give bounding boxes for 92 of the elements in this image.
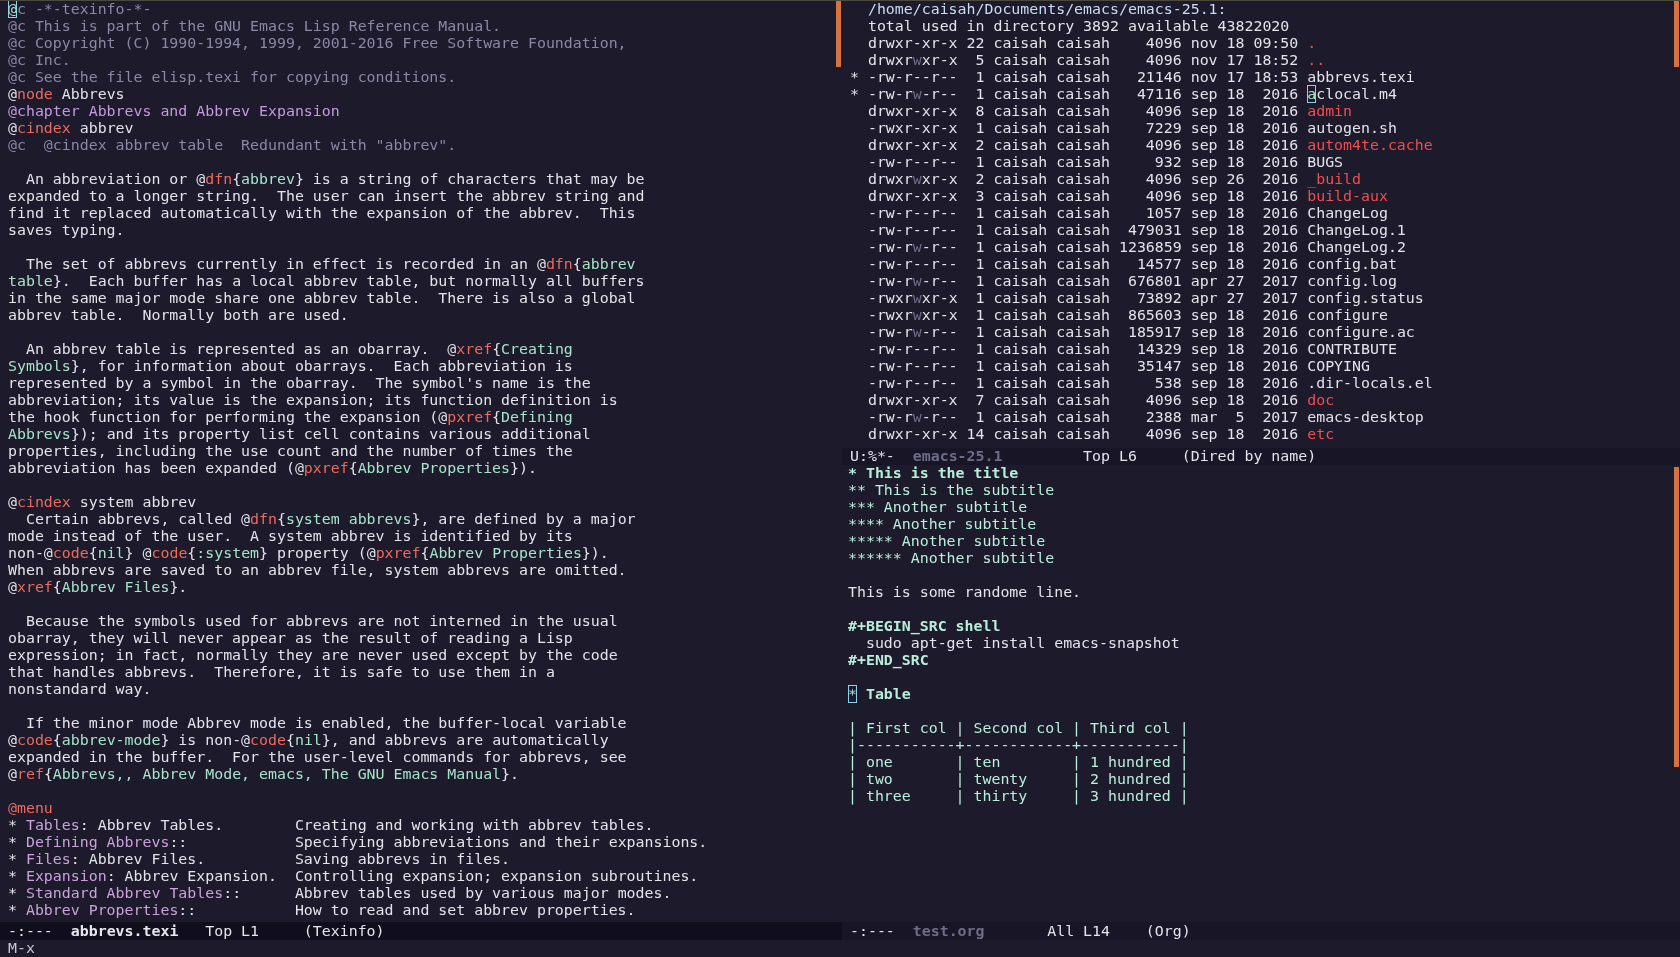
code-line: An abbreviation or @dfn{abbrev} is a string of characters that may be [24, 169, 645, 188]
org-line: | two | twenty | 2 hundred | [848, 771, 1189, 788]
code-line: represented by a symbol in the obarray. The symbol's name is the [8, 375, 591, 392]
dired-line: drwxr-xr-x 7 caisah caisah 4096 sep 18 2016 doc [866, 392, 1335, 409]
minibuffer-prompt: M-x [7, 940, 36, 957]
code-line: * Defining Abbrevs:: Specifying abbreviations and their expansions. [8, 834, 708, 851]
org-line: #+BEGIN_SRC shell [848, 616, 1001, 635]
code-line: that handles abbrevs. Therefore, it is safe to use them in a [8, 664, 555, 681]
org-line: | First col | Second col | Third col | [848, 718, 1189, 737]
dired-line: total used in directory 3892 available 43822020 [866, 18, 1290, 35]
code-line: @cindex abbrev [8, 120, 134, 137]
dired-line: drwxr-xr-x 22 caisah caisah 4096 nov 18 09:50 . [866, 35, 1317, 52]
code-line: @c Copyright (C) 1990-1994, 1999, 2001-2016 Free Software Foundation, [8, 35, 627, 52]
org-line: ***** Another subtitle [848, 533, 1046, 550]
dired-line: -rwxr-xr-x 1 caisah caisah 7229 sep 18 2016 autogen.sh [866, 120, 1397, 137]
dired-line: -rw-r--r-- 1 caisah caisah 14577 sep 18 2016 config.bat [866, 256, 1397, 273]
code-line: * Abbrev Properties:: How to read and set abbrev properties. [8, 902, 636, 919]
code-line: expanded in the buffer. For the user-level commands for abbrevs, see [8, 749, 627, 766]
code-line: @node Abbrevs [8, 86, 125, 103]
dired-line: -rw-r--r-- 1 caisah caisah 479031 sep 18 2016 ChangeLog.1 [866, 222, 1406, 239]
code-line: Certain abbrevs, called @dfn{system abbrevs}, are defined by a major [24, 511, 636, 528]
code-line: the hook function for performing the expansion (@pxref{Defining [8, 409, 573, 426]
org-line: | one | ten | 1 hundred | [848, 754, 1189, 771]
org-line: * Table [848, 684, 911, 703]
dired-line: drwxr-xr-x 8 caisah caisah 4096 sep 18 2016 admin [866, 103, 1353, 120]
code-line: The set of abbrevs currently in effect is recorded in an @dfn{abbrev [24, 254, 636, 273]
dired-line: -rw-r--r-- 1 caisah caisah 14329 sep 18 2016 CONTRIBUTE [866, 341, 1397, 358]
scroll-thumb[interactable] [1674, 1, 1679, 67]
dired-line: -rwxrwxr-x 1 caisah caisah 865603 sep 18 2016 configure [866, 307, 1388, 324]
dired-line: -rw-rw-r-- 1 caisah caisah 1236859 sep 18 2016 ChangeLog.2 [866, 239, 1406, 256]
dired-line: -rw-r--r-- 1 caisah caisah 1057 sep 18 2016 ChangeLog [866, 205, 1388, 222]
code-line: @c Inc. [8, 52, 71, 69]
dired-line: -rw-r--r-- 1 caisah caisah 35147 sep 18 2016 COPYING [866, 358, 1370, 375]
code-line: abbrev table. Normally both are used. [8, 307, 349, 324]
code-line: * Expansion: Abbrev Expansion. Controlling expansion; expansion subroutines. [8, 868, 699, 885]
dired-line: -rw-rw-r-- 1 caisah caisah 2388 mar 5 2017 emacs-desktop [866, 409, 1424, 426]
dired-line: drwxr-xr-x 3 caisah caisah 4096 sep 18 2016 build-aux [866, 188, 1388, 205]
dired-line: drwxrwxr-x 2 caisah caisah 4096 sep 26 2016 _build [866, 171, 1362, 188]
dired-line: -rwxrwxr-x 1 caisah caisah 73892 apr 27 2017 config.status [866, 290, 1424, 307]
dired-line: drwxr-xr-x 2 caisah caisah 4096 sep 18 2016 autom4te.cache [866, 137, 1433, 154]
code-line: abbreviation; its value is the expansion; its function definition is [8, 392, 618, 409]
scroll-thumb[interactable] [1674, 467, 1679, 767]
code-line: @c This is part of the GNU Emacs Lisp Reference Manual. [8, 18, 502, 35]
code-line: * Tables: Abbrev Tables. Creating and working with abbrev tables. [8, 817, 654, 834]
code-line: abbreviation has been expanded (@pxref{Abbrev Properties}). [8, 460, 537, 477]
code-line: @xref{Abbrev Files}. [8, 579, 188, 596]
org-line: ** This is the subtitle [848, 482, 1055, 499]
code-line: expanded to a longer string. The user can insert the abbrev string and [8, 188, 645, 205]
code-line: find it replaced automatically with the expansion of the abbrev. This [8, 205, 636, 222]
dired-line: drwxr-xr-x 14 caisah caisah 4096 sep 18 2016 etc [866, 426, 1335, 443]
org-line: ****** Another subtitle [848, 550, 1055, 567]
code-line: * Files: Abbrev Files. Saving abbrevs in files. [8, 851, 511, 868]
dired-line: * -rw-r--r-- 1 caisah caisah 21146 nov 17 18:53 abbrevs.texi [850, 69, 1415, 86]
code-line: Because the symbols used for abbrevs are not interned in the usual [24, 611, 618, 630]
org-line: |-----------+------------+-----------| [848, 737, 1189, 754]
dired-line: -rw-r--r-- 1 caisah caisah 538 sep 18 2016 .dir-locals.el [866, 375, 1433, 392]
code-line: nonstandard way. [8, 681, 152, 698]
code-line: properties, including the use count and the number of times the [8, 443, 573, 460]
dired-line: -rw-r--r-- 1 caisah caisah 932 sep 18 2016 BUGS [866, 154, 1344, 171]
code-line: mode instead of the user. A system abbrev is identified by its [8, 528, 573, 545]
code-line: Symbols}, for information about obarrays. Each abbreviation is [8, 358, 573, 375]
code-line: @chapter Abbrevs and Abbrev Expansion [8, 103, 340, 120]
code-line: saves typing. [8, 222, 125, 239]
code-line: If the minor mode Abbrev mode is enabled, the buffer-local variable [24, 713, 627, 732]
code-line: @c See the file elisp.texi for copying conditions. [8, 69, 457, 86]
dired-line: * -rw-rw-r-- 1 caisah caisah 47116 sep 18 2016 aclocal.m4 [850, 86, 1397, 103]
code-line: * Standard Abbrev Tables:: Abbrev tables used by various major modes. [8, 885, 672, 902]
code-line: @menu [8, 798, 53, 817]
org-line: *** Another subtitle [848, 499, 1028, 516]
code-line: When abbrevs are saved to an abbrev file, system abbrevs are omitted. [8, 562, 627, 579]
code-line: expression; in fact, normally they are never used except by the code [8, 647, 618, 664]
dired-line: drwxrwxr-x 5 caisah caisah 4096 nov 17 18:52 .. [866, 52, 1326, 69]
org-line: **** Another subtitle [848, 516, 1037, 533]
code-line: obarray, they will never appear as the result of reading a Lisp [8, 630, 573, 647]
dired-line: -rw-rw-r-- 1 caisah caisah 185917 sep 18 2016 configure.ac [866, 324, 1415, 341]
code-line: in the same major mode share one abbrev table. There is also a global [8, 290, 636, 307]
code-line: @ref{Abbrevs,, Abbrev Mode, emacs, The GNU Emacs Manual}. [8, 766, 520, 783]
code-line: @code{abbrev-mode} is non-@code{nil}, and abbrevs are automatically [8, 732, 609, 749]
scroll-thumb[interactable] [836, 1, 841, 67]
org-line: sudo apt-get install emacs-snapshot [865, 635, 1180, 652]
dired-line: -rw-rw-r-- 1 caisah caisah 676801 apr 27 2017 config.log [866, 273, 1397, 290]
code-line: table}. Each buffer has a local abbrev table, but normally all buffers [8, 273, 645, 290]
org-line: * This is the title [848, 465, 1019, 482]
org-line: This is some randome line. [848, 582, 1082, 601]
code-line: non-@code{nil} @code{:system} property (@pxref{Abbrev Properties}). [8, 545, 609, 562]
org-line: #+END_SRC [848, 652, 929, 669]
code-line: An abbrev table is represented as an obarray. @xref{Creating [24, 339, 573, 358]
code-line: Abbrevs}); and its property list cell contains various additional [8, 426, 591, 443]
org-line: | three | thirty | 3 hundred | [848, 788, 1189, 805]
code-line: @cindex system abbrev [8, 492, 197, 511]
dired-line: /home/caisah/Documents/emacs/emacs-25.1: [866, 1, 1227, 18]
code-line: @c @cindex abbrev table Redundant with "abbrev". [8, 137, 457, 154]
